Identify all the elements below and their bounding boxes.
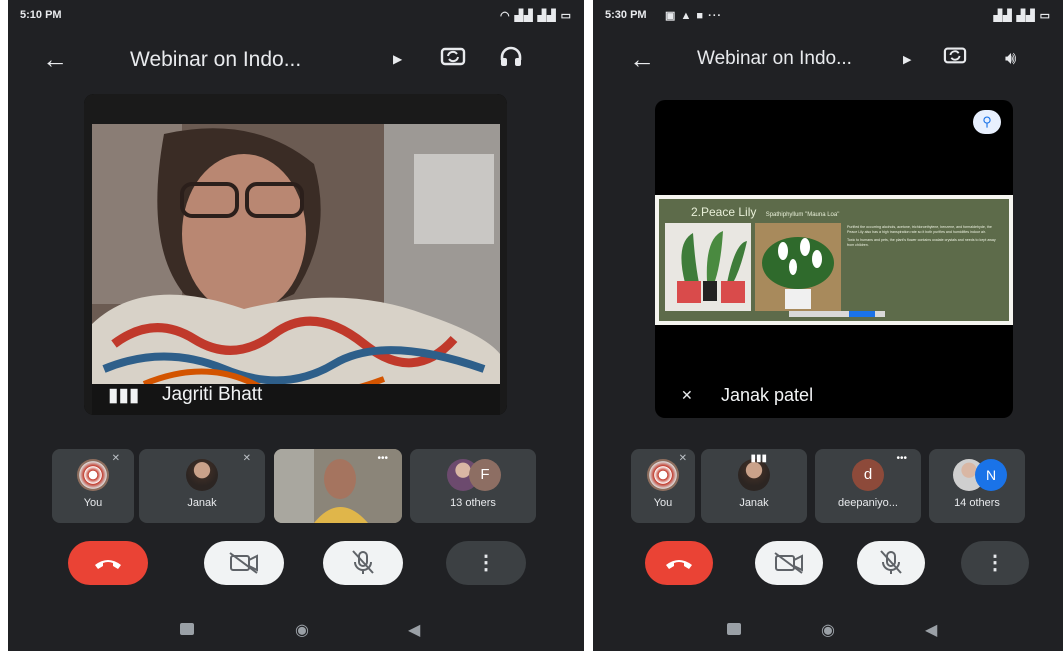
notification-icons: ▣ ▲ ■ ··· [665,10,723,22]
microphone-toggle-button[interactable] [857,541,925,585]
phone-screen-right: 5:30 PM ▣ ▲ ■ ··· ▟▟ ▟▟ ▭ ← Webinar on I… [593,0,1063,651]
slide-subheading: Spathiphyllum "Mauna Loa" [765,212,840,218]
muted-mic-icon: ✕ [242,453,251,464]
participant-label: Janak [187,497,217,509]
mic-off-icon [352,550,374,574]
android-nav-bar: ◉ ◀ [593,620,1063,644]
participant-label: Janak [739,497,769,509]
speaker-audio-indicator-icon: ▮▮▮ [108,385,140,406]
participant-label: 14 others [954,497,1000,509]
phone-screen-left: 5:10 PM ◠ ▟▟ ▟▟ ▭ ← Webinar on Indo... ▶ [8,0,584,651]
meeting-title[interactable]: Webinar on Indo... [130,48,301,72]
camera-toggle-button[interactable] [204,541,284,585]
status-bar: 5:30 PM ▣ ▲ ■ ··· ▟▟ ▟▟ ▭ [593,0,1063,30]
participant-tile-janak[interactable]: ✕ Janak [139,449,265,523]
speaking-indicator-icon: ▮▮▮ [750,453,767,464]
avatar [186,459,218,491]
participant-tile-others[interactable]: N 14 others [929,449,1025,523]
slide-canvas: 2.Peace Lily Spathiphyllum "Mauna Loa" P… [659,199,1009,321]
mic-off-icon [880,550,902,574]
more-options-icon[interactable]: ••• [377,453,388,464]
status-time: 5:30 PM [605,9,647,21]
muted-mic-icon: ✕ [681,387,693,403]
status-time: 5:10 PM [20,9,62,21]
headphones-icon[interactable] [499,44,523,74]
muted-mic-icon: ✕ [111,453,120,464]
microphone-toggle-button[interactable] [323,541,403,585]
participant-tile-you[interactable]: ✕ You [52,449,134,523]
back-arrow-icon[interactable]: ← [629,44,655,75]
hang-up-icon [666,560,692,569]
end-call-button[interactable] [645,541,713,585]
plant-photos [665,223,841,311]
title-expand-icon[interactable]: ▶ [903,53,911,66]
status-icons: ◠ ▟▟ ▟▟ ▭ [500,10,572,22]
avatar [77,459,109,491]
participant-tile-you[interactable]: ✕ You [631,449,695,523]
hang-up-icon [95,560,121,569]
back-nav-icon[interactable]: ◀ [408,620,420,640]
more-vertical-icon: ⋮ [985,552,1005,574]
android-nav-bar: ◉ ◀ [8,620,584,644]
participant-initial-badge: N [975,459,1007,491]
participant-label: 13 others [450,497,496,509]
title-expand-icon[interactable]: ▶ [393,52,402,66]
slide-bullet: Purified the occurring alcohols, acetone… [847,225,992,234]
speaker-volume-icon[interactable]: 🔊︎ [1005,48,1016,69]
more-vertical-icon: ⋮ [476,552,496,574]
home-icon[interactable]: ◉ [295,620,309,640]
recents-icon[interactable] [727,623,741,635]
speaker-name: Janak patel [721,385,814,405]
meeting-title[interactable]: Webinar on Indo... [697,48,852,70]
camera-off-icon [229,552,258,574]
more-options-icon[interactable]: ••• [896,453,907,464]
switch-camera-icon[interactable] [440,44,466,74]
participant-tile-video[interactable]: ••• [274,449,402,523]
speaker-video-feed [84,94,507,415]
speaker-name: Jagriti Bhatt [162,384,263,405]
slide-heading: 2.Peace Lily [691,205,757,219]
more-options-button[interactable]: ⋮ [961,541,1029,585]
muted-mic-icon: ✕ [678,453,687,464]
back-nav-icon[interactable]: ◀ [925,620,937,640]
slide-bullet: Toxic to humans and pets, the plant's fl… [847,238,996,247]
participant-tile-janak[interactable]: ▮▮▮ Janak [701,449,807,523]
main-presentation-stage[interactable]: ⚲ 2.Peace Lily Spathiphyllum "Mauna Loa" [655,100,1013,418]
switch-camera-icon[interactable] [943,44,967,72]
slide-toolbar [789,311,885,317]
slide-bullets: Purified the occurring alcohols, acetone… [847,225,1003,248]
home-icon[interactable]: ◉ [821,620,835,640]
pin-icon[interactable]: ⚲ [973,110,1001,134]
participant-label: deepaniyo... [838,497,898,509]
meeting-header: ← Webinar on Indo... ▶ [8,38,584,84]
back-arrow-icon[interactable]: ← [42,44,68,75]
meeting-header: ← Webinar on Indo... ▶ 🔊︎ [593,38,1063,84]
more-options-button[interactable]: ⋮ [446,541,526,585]
status-icons: ▟▟ ▟▟ ▭ [993,10,1051,22]
camera-off-icon [774,552,803,574]
main-video-stage[interactable]: ▮▮▮ Jagriti Bhatt [84,94,507,415]
participant-initial-badge: F [469,459,501,491]
participant-label: You [83,497,103,509]
status-bar: 5:10 PM ◠ ▟▟ ▟▟ ▭ [8,0,584,30]
end-call-button[interactable] [68,541,148,585]
recents-icon[interactable] [180,623,194,635]
participant-tile-others[interactable]: F 13 others [410,449,536,523]
presentation-slide: 2.Peace Lily Spathiphyllum "Mauna Loa" P… [655,195,1013,325]
avatar [647,459,679,491]
camera-toggle-button[interactable] [755,541,823,585]
participant-tile-deepaniyo[interactable]: d ••• deepaniyo... [815,449,921,523]
participant-initial-badge: d [852,459,884,491]
participant-label: You [653,497,673,509]
